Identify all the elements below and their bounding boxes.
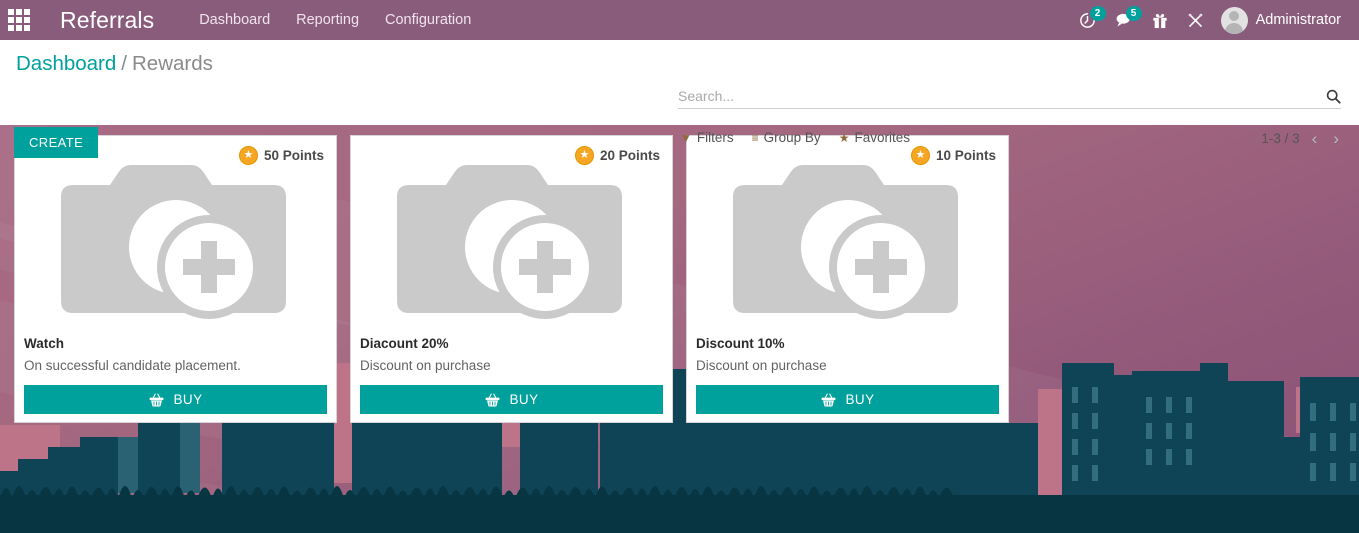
reward-description: Discount on purchase — [696, 358, 827, 373]
chevron-left-icon[interactable]: ‹ — [1308, 130, 1322, 147]
points-badge: ★ 20 Points — [572, 144, 664, 167]
user-name-label: Administrator — [1255, 12, 1341, 28]
menu-item-dashboard[interactable]: Dashboard — [186, 0, 283, 40]
filters-dropdown[interactable]: ▼ Filters — [680, 130, 734, 145]
buy-button-label: BUY — [509, 392, 539, 407]
reward-image[interactable]: ★ 10 Points — [687, 136, 1008, 336]
points-badge: ★ 50 Points — [236, 144, 328, 167]
search-bar[interactable] — [678, 88, 1341, 109]
pager-count: 1-3 / 3 — [1261, 131, 1300, 146]
star-coin-icon: ★ — [574, 146, 594, 165]
reward-description: Discount on purchase — [360, 358, 491, 373]
buy-button[interactable]: BUY — [24, 385, 327, 414]
gift-menu-button[interactable] — [1143, 0, 1177, 40]
messages-count-badge: 5 — [1125, 6, 1142, 21]
reward-title: Watch — [24, 336, 64, 351]
search-icon[interactable] — [1326, 89, 1341, 104]
user-avatar — [1220, 6, 1248, 34]
points-label: 50 Points — [263, 148, 324, 163]
pager: 1-3 / 3 ‹ › — [1261, 130, 1343, 147]
breadcrumb-item-dashboard[interactable]: Dashboard — [16, 52, 116, 75]
activity-count-badge: 2 — [1089, 6, 1106, 21]
breadcrumb-separator: / — [121, 52, 127, 75]
reward-card-body: Discount 10% Discount on purchase BUY — [687, 336, 1008, 422]
buy-button-label: BUY — [173, 392, 203, 407]
reward-card-body: Diacount 20% Discount on purchase BUY — [351, 336, 672, 422]
shopping-basket-icon — [485, 393, 499, 406]
star-coin-icon: ★ — [910, 146, 930, 165]
group-by-label: Group By — [763, 130, 821, 145]
activity-menu-button[interactable]: 2 — [1071, 0, 1106, 40]
list-lines-icon: ≡ — [751, 130, 759, 145]
menu-item-reporting[interactable]: Reporting — [283, 0, 372, 40]
main-menu: Dashboard Reporting Configuration — [186, 0, 484, 40]
favorites-label: Favorites — [854, 130, 910, 145]
gift-icon — [1152, 13, 1167, 28]
developer-tools-button[interactable] — [1179, 0, 1213, 40]
user-menu-button[interactable]: Administrator — [1215, 0, 1349, 40]
search-input[interactable] — [678, 88, 1326, 104]
filters-label: Filters — [696, 130, 734, 145]
points-label: 20 Points — [599, 148, 660, 163]
reward-card[interactable]: ★ 20 Points Diacount 20% Discount on pur… — [350, 135, 673, 423]
reward-description: On successful candidate placement. — [24, 358, 241, 373]
star-icon: ★ — [838, 130, 850, 145]
points-badge: ★ 10 Points — [908, 144, 1000, 167]
reward-card[interactable]: ★ 50 Points Watch On successful candidat… — [14, 135, 337, 423]
funnel-icon: ▼ — [680, 130, 692, 145]
image-placeholder-camera-plus-icon — [396, 165, 622, 319]
control-panel: Dashboard/Rewards CREATE ▼ Filters ≡ Gro… — [0, 40, 1359, 158]
breadcrumb-item-rewards: Rewards — [132, 52, 213, 75]
menu-item-configuration[interactable]: Configuration — [372, 0, 484, 40]
messages-menu-button[interactable]: 5 — [1107, 0, 1142, 40]
group-by-dropdown[interactable]: ≡ Group By — [752, 130, 821, 145]
image-placeholder-camera-plus-icon — [732, 165, 958, 319]
reward-card-body: Watch On successful candidate placement.… — [15, 336, 336, 422]
breadcrumb: Dashboard / Rewards — [16, 52, 213, 76]
app-brand-title[interactable]: Referrals — [60, 7, 154, 34]
rewards-kanban-list: ★ 50 Points Watch On successful candidat… — [14, 135, 1009, 423]
reward-image[interactable]: ★ 20 Points — [351, 136, 672, 336]
buy-button[interactable]: BUY — [360, 385, 663, 414]
image-placeholder-camera-plus-icon — [60, 165, 286, 319]
reward-title: Discount 10% — [696, 336, 785, 351]
search-options-bar: ▼ Filters ≡ Group By ★ Favorites — [680, 130, 910, 145]
star-coin-icon: ★ — [238, 146, 258, 165]
apps-grid-icon — [8, 9, 30, 31]
reward-card[interactable]: ★ 10 Points Discount 10% Discount on pur… — [686, 135, 1009, 423]
buy-button-label: BUY — [845, 392, 875, 407]
apps-menu-button[interactable] — [0, 0, 38, 40]
systray: 2 5 Administrator — [1071, 0, 1359, 40]
create-button[interactable]: CREATE — [14, 127, 99, 158]
shopping-basket-icon — [149, 393, 163, 406]
buy-button[interactable]: BUY — [696, 385, 999, 414]
reward-title: Diacount 20% — [360, 336, 449, 351]
shopping-basket-icon — [821, 393, 835, 406]
favorites-dropdown[interactable]: ★ Favorites — [839, 130, 910, 145]
chevron-right-icon[interactable]: › — [1329, 130, 1343, 147]
top-navbar: Referrals Dashboard Reporting Configurat… — [0, 0, 1359, 40]
reward-image[interactable]: ★ 50 Points — [15, 136, 336, 336]
points-label: 10 Points — [935, 148, 996, 163]
tools-wrench-icon — [1188, 13, 1203, 27]
